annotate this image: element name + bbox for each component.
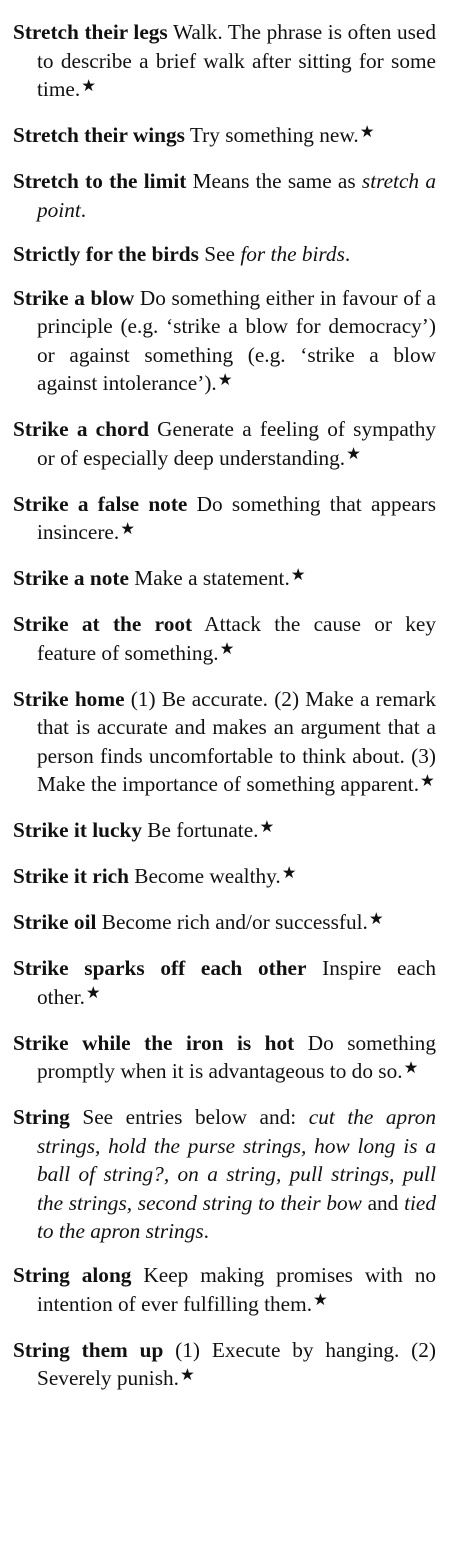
- entry-headword: String: [13, 1105, 70, 1129]
- entry-headword: Strike it lucky: [13, 818, 142, 842]
- entry-definition: Become rich and/or successful.: [96, 910, 368, 934]
- entry-definition: and: [361, 1190, 405, 1215]
- entry-headword: Strike sparks off each other: [13, 956, 307, 980]
- entry-definition: .: [344, 241, 351, 266]
- entry-definition: Means the same as: [186, 169, 362, 193]
- star-icon: ★: [81, 75, 97, 95]
- entry-headword: Strike while the iron is hot: [13, 1030, 295, 1055]
- entry-headword: Stretch to the limit: [13, 169, 187, 193]
- star-icon: ★: [85, 983, 101, 1003]
- star-icon: ★: [313, 1290, 328, 1310]
- entry-headword: Strike at the root: [13, 612, 193, 636]
- dictionary-entry: Strike home (1) Be accurate. (2) Make a …: [13, 685, 436, 801]
- dictionary-entry: Stretch to the limit Means the same as s…: [13, 167, 436, 224]
- entry-headword: Strictly for the birds: [13, 241, 199, 266]
- entry-headword: Strike a chord: [13, 417, 149, 441]
- entry-headword: Strike a false note: [13, 491, 188, 516]
- star-icon: ★: [179, 1364, 195, 1384]
- dictionary-entry: Strike it lucky Be fortunate.★: [13, 816, 436, 847]
- dictionary-entry: Stretch their legs Walk. The phrase is o…: [13, 18, 436, 106]
- entry-definition: Become wealthy.: [128, 864, 281, 888]
- entry-list: Stretch their legs Walk. The phrase is o…: [13, 18, 436, 1395]
- entry-headword: Strike oil: [13, 910, 97, 934]
- dictionary-entry: String along Keep making promises with n…: [13, 1261, 436, 1320]
- entry-headword: Strike a note: [13, 566, 129, 590]
- star-icon: ★: [420, 770, 435, 790]
- entry-definition: See entries below and:: [69, 1105, 309, 1129]
- entry-definition: Be fortunate.: [141, 818, 259, 842]
- dictionary-entry: Strike while the iron is hot Do some­thi…: [13, 1029, 436, 1088]
- entry-definition: Try something new.: [184, 123, 359, 147]
- dictionary-entry: Strike a blow Do something either in fav…: [13, 284, 436, 400]
- dictionary-entry: String them up (1) Execute by hanging. (…: [13, 1336, 436, 1395]
- entry-headword: Stretch their legs: [13, 20, 168, 44]
- dictionary-entry: Strike sparks off each other Inspire eac…: [13, 954, 436, 1013]
- star-icon: ★: [290, 564, 306, 584]
- entry-headword: String them up: [13, 1337, 164, 1362]
- dictionary-entry: Strike a chord Generate a feeling of sym…: [13, 415, 436, 474]
- dictionary-entry: Stretch their wings Try something new.★: [13, 121, 436, 152]
- entry-headword: Stretch their wings: [13, 123, 185, 147]
- star-icon: ★: [403, 1057, 419, 1077]
- star-icon: ★: [259, 816, 275, 836]
- star-icon: ★: [219, 639, 235, 659]
- entry-headword: Strike home: [13, 686, 125, 711]
- star-icon: ★: [281, 862, 297, 882]
- dictionary-entry: Strike at the root Attack the cause or k…: [13, 610, 436, 669]
- star-icon: ★: [217, 369, 233, 389]
- dictionary-entry: String See entries below and: cut the ap…: [13, 1103, 436, 1246]
- dictionary-entry: Strictly for the birds See for the birds…: [13, 240, 436, 269]
- dictionary-entry: Strike a note Make a statement.★: [13, 564, 436, 595]
- entry-definition: .: [203, 1219, 209, 1243]
- entry-definition: See: [198, 241, 241, 266]
- entry-headword: Strike it rich: [13, 864, 129, 888]
- entry-headword: String along: [13, 1263, 132, 1287]
- entry-definition: .: [80, 197, 87, 222]
- dictionary-entry: Strike oil Become rich and/or successful…: [13, 908, 436, 939]
- entry-definition: Make a statement.: [128, 566, 290, 590]
- entry-headword: Strike a blow: [13, 285, 135, 310]
- dictionary-entry: Strike a false note Do something that ap…: [13, 490, 436, 549]
- entry-cross-reference: for the birds: [240, 241, 345, 266]
- star-icon: ★: [359, 121, 375, 141]
- star-icon: ★: [368, 908, 384, 928]
- dictionary-page: Stretch their legs Walk. The phrase is o…: [0, 0, 450, 1552]
- dictionary-entry: Strike it rich Become wealthy.★: [13, 862, 436, 893]
- star-icon: ★: [120, 518, 136, 538]
- star-icon: ★: [346, 444, 361, 464]
